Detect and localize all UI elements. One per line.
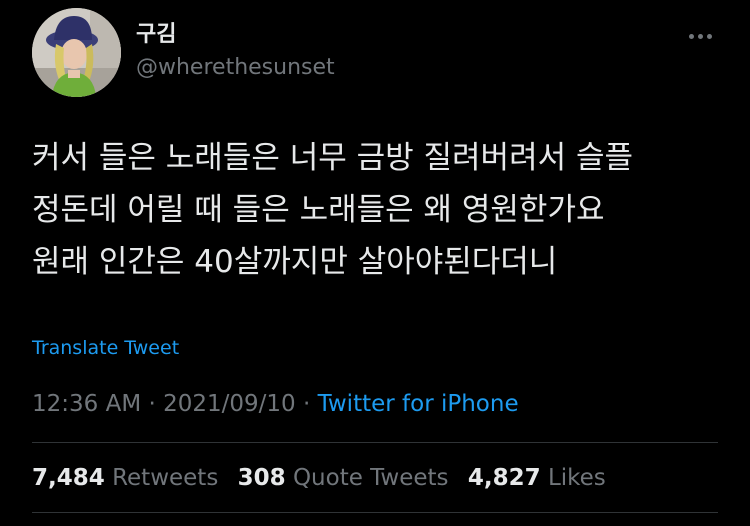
- likes-count: 4,827: [467, 465, 541, 491]
- tweet-text-line: 원래 인간은 40살까지만 살아야된다더니: [32, 244, 558, 280]
- profile-photo: [32, 8, 121, 97]
- quote-tweets-count: 308: [237, 465, 286, 491]
- retweets-stat[interactable]: 7,484 Retweets: [32, 462, 218, 494]
- quote-tweets-label: Quote Tweets: [292, 465, 449, 491]
- tweet-text: 커서 들은 노래들은 너무 금방 질려버려서 슬플 정돈데 어릴 때 들은 노래…: [32, 132, 722, 288]
- retweets-count: 7,484: [32, 465, 105, 491]
- separator: ·: [303, 391, 311, 417]
- tweet-text-line: 커서 들은 노래들은 너무 금방 질려버려서 슬플: [32, 140, 634, 176]
- tweet-time[interactable]: 12:36 AM: [32, 391, 141, 417]
- display-name[interactable]: 구김: [136, 20, 176, 50]
- avatar[interactable]: [32, 8, 121, 97]
- engagement-stats: 7,484 Retweets 308 Quote Tweets 4,827 Li…: [32, 462, 618, 494]
- translate-tweet-link[interactable]: Translate Tweet: [32, 334, 179, 362]
- quote-tweets-stat[interactable]: 308 Quote Tweets: [238, 462, 449, 494]
- more-horizontal-icon: [706, 33, 712, 39]
- tweet-metadata: 12:36 AM · 2021/09/10 · Twitter for iPho…: [32, 388, 519, 420]
- tweet-source-link[interactable]: Twitter for iPhone: [318, 391, 519, 417]
- more-options-button[interactable]: [680, 22, 720, 50]
- tweet-date[interactable]: 2021/09/10: [163, 391, 296, 417]
- user-handle[interactable]: @wherethesunset: [136, 53, 335, 83]
- more-horizontal-icon: [688, 33, 694, 39]
- more-horizontal-icon: [697, 33, 703, 39]
- likes-label: Likes: [547, 465, 606, 491]
- tweet-detail: 구김 @wherethesunset 커서 들은 노래들은 너무 금방 질려버려…: [0, 0, 750, 526]
- retweets-label: Retweets: [112, 465, 219, 491]
- separator: ·: [148, 391, 156, 417]
- tweet-text-line: 정돈데 어릴 때 들은 노래들은 왜 영원한가요: [32, 192, 605, 228]
- divider: [32, 512, 718, 513]
- likes-stat[interactable]: 4,827 Likes: [468, 462, 606, 494]
- divider: [32, 442, 718, 443]
